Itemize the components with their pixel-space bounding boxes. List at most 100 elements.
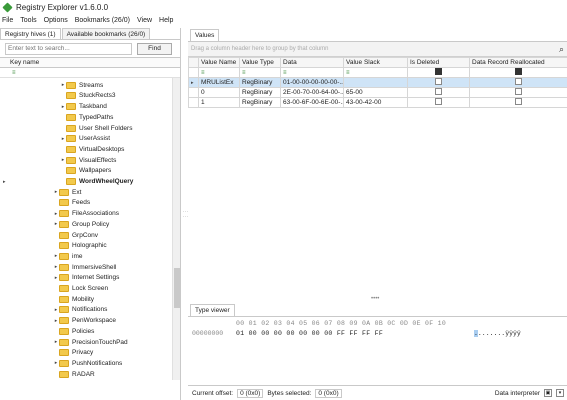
tree-item[interactable]: StuckRects3: [0, 91, 170, 102]
group-by-bar[interactable]: Drag a column header here to group by th…: [188, 42, 567, 57]
hex-viewer[interactable]: 00 01 02 03 04 05 06 07 08 09 0A 0B 0C 0…: [188, 316, 567, 382]
menu-help[interactable]: Help: [159, 17, 173, 24]
filter-cell[interactable]: ≡: [239, 67, 281, 78]
cell-value-slack[interactable]: [343, 77, 408, 88]
tree-item[interactable]: RADAR: [0, 369, 170, 380]
cell-value-type[interactable]: RegBinary: [239, 97, 281, 108]
cell-is-deleted[interactable]: [407, 87, 470, 98]
row-marker[interactable]: ▸: [188, 77, 199, 88]
col-value-slack[interactable]: Value Slack: [343, 57, 408, 68]
data-interpreter-menu-icon[interactable]: ▾: [556, 389, 564, 397]
filter-checkbox-cell[interactable]: [469, 67, 567, 78]
tree-item[interactable]: ▸ Streams: [0, 80, 170, 91]
checkbox[interactable]: [435, 78, 442, 85]
cell-data[interactable]: 63-00-6F-00-6E-00-...: [280, 97, 344, 108]
cell-value-slack[interactable]: 65-00: [343, 87, 408, 98]
horizontal-splitter-grip[interactable]: ••••: [371, 296, 379, 302]
filter-checkbox[interactable]: [435, 68, 442, 75]
cell-data-record-reallocated[interactable]: [469, 97, 567, 108]
filter-cell[interactable]: ≡: [198, 67, 240, 78]
find-button[interactable]: Find: [137, 42, 172, 55]
menu-view[interactable]: View: [137, 17, 152, 24]
tree-item[interactable]: Wallpapers: [0, 166, 170, 177]
menu-options[interactable]: Options: [44, 17, 68, 24]
row-marker[interactable]: [188, 87, 199, 98]
tree-item[interactable]: ▸ PushNotifications: [0, 358, 170, 369]
tree-item[interactable]: ▸ UserAssist: [0, 134, 170, 145]
table-row[interactable]: 1 RegBinary 63-00-6F-00-6E-00-... 43-00-42-…: [188, 97, 567, 108]
filter-checkbox[interactable]: [515, 68, 522, 75]
cell-value-name[interactable]: MRUListEx: [198, 77, 240, 88]
tree-item[interactable]: Lock Screen: [0, 283, 170, 294]
col-is-deleted[interactable]: Is Deleted: [407, 57, 470, 68]
tree-item[interactable]: ▸ Taskband: [0, 101, 170, 112]
tree-item[interactable]: Holographic: [0, 241, 170, 252]
tree-item[interactable]: ▸ ImmersiveShell: [0, 262, 170, 273]
tree-item[interactable]: Policies: [0, 326, 170, 337]
tree-item[interactable]: ▸ PenWorkspace: [0, 315, 170, 326]
cell-data-record-reallocated[interactable]: [469, 77, 567, 88]
tree-item[interactable]: VirtualDesktops: [0, 144, 170, 155]
cell-value-name[interactable]: 1: [198, 97, 240, 108]
cell-value-slack[interactable]: 43-00-42-00: [343, 97, 408, 108]
cell-is-deleted[interactable]: [407, 97, 470, 108]
tree-item[interactable]: GrpConv: [0, 230, 170, 241]
col-value-name[interactable]: Value Name: [198, 57, 240, 68]
tree-item[interactable]: ▸ Ext: [0, 187, 170, 198]
tab-values[interactable]: Values: [190, 29, 220, 41]
data-interpreter-toggle-icon[interactable]: ▣: [544, 389, 552, 397]
search-input[interactable]: [5, 42, 132, 55]
tab-type-viewer[interactable]: Type viewer: [190, 304, 235, 316]
menu-tools[interactable]: Tools: [20, 17, 36, 24]
table-row[interactable]: 0 RegBinary 2E-00-70-00-64-00-... 65-00: [188, 87, 567, 98]
folder-icon: [59, 349, 69, 357]
cell-data-record-reallocated[interactable]: [469, 87, 567, 98]
tab-registry-hives[interactable]: Registry hives (1): [0, 28, 61, 39]
cell-value-type[interactable]: RegBinary: [239, 87, 281, 98]
scrollbar-thumb[interactable]: [174, 268, 180, 308]
cell-value-name[interactable]: 0: [198, 87, 240, 98]
tab-available-bookmarks[interactable]: Available bookmarks (26/0): [61, 28, 151, 39]
cell-data[interactable]: 2E-00-70-00-64-00-...: [280, 87, 344, 98]
col-data[interactable]: Data: [280, 57, 344, 68]
search-icon[interactable]: ⌕: [559, 44, 564, 55]
cell-value-type[interactable]: RegBinary: [239, 77, 281, 88]
tree-item[interactable]: ▸ ime: [0, 251, 170, 262]
tree-item[interactable]: ▸ Group Policy: [0, 219, 170, 230]
menu-bookmarks[interactable]: Bookmarks (26/0): [75, 17, 130, 24]
tree-item[interactable]: Privacy: [0, 348, 170, 359]
tree-item[interactable]: TypedPaths: [0, 112, 170, 123]
hex-bytes[interactable]: 01 00 00 00 00 00 00 00 FF FF FF FF: [236, 330, 383, 337]
col-data-record-reallocated[interactable]: Data Record Reallocated: [469, 57, 567, 68]
tree-item[interactable]: ▸ PrecisionTouchPad: [0, 337, 170, 348]
tree-item[interactable]: Mobility: [0, 294, 170, 305]
tree-scrollbar[interactable]: [172, 78, 180, 380]
filter-cell[interactable]: ≡: [280, 67, 344, 78]
values-table: Value Name Value Type Data Value Slack I…: [188, 57, 567, 108]
table-row[interactable]: ▸ MRUListEx RegBinary 01-00-00-00-00-00-...: [188, 77, 567, 88]
tree-item[interactable]: ▸ WordWheelQuery: [0, 176, 170, 187]
tree-item[interactable]: ▸ Internet Settings: [0, 273, 170, 284]
menu-file[interactable]: File: [2, 17, 13, 24]
tree-item[interactable]: User Shell Folders: [0, 123, 170, 134]
key-name-column-header[interactable]: Key name: [0, 57, 180, 68]
tree-filter-row[interactable]: ≡: [0, 68, 180, 78]
checkbox[interactable]: [435, 98, 442, 105]
hex-ascii[interactable]: ........ÿÿÿÿ: [474, 330, 521, 337]
filter-cell[interactable]: ≡: [343, 67, 408, 78]
col-value-type[interactable]: Value Type: [239, 57, 281, 68]
cell-data[interactable]: 01-00-00-00-00-00-...: [280, 77, 344, 88]
tree-item[interactable]: ▸ FileAssociations: [0, 208, 170, 219]
checkbox[interactable]: [515, 88, 522, 95]
tree-item-label: Holographic: [72, 242, 107, 250]
tree-item[interactable]: ▸ Notifications: [0, 305, 170, 316]
checkbox[interactable]: [515, 78, 522, 85]
cell-is-deleted[interactable]: [407, 77, 470, 88]
folder-icon: [59, 220, 69, 228]
filter-checkbox-cell[interactable]: [407, 67, 470, 78]
checkbox[interactable]: [515, 98, 522, 105]
tree-item[interactable]: Feeds: [0, 198, 170, 209]
checkbox[interactable]: [435, 88, 442, 95]
row-marker[interactable]: [188, 97, 199, 108]
tree-item[interactable]: ▸ VisualEffects: [0, 155, 170, 166]
